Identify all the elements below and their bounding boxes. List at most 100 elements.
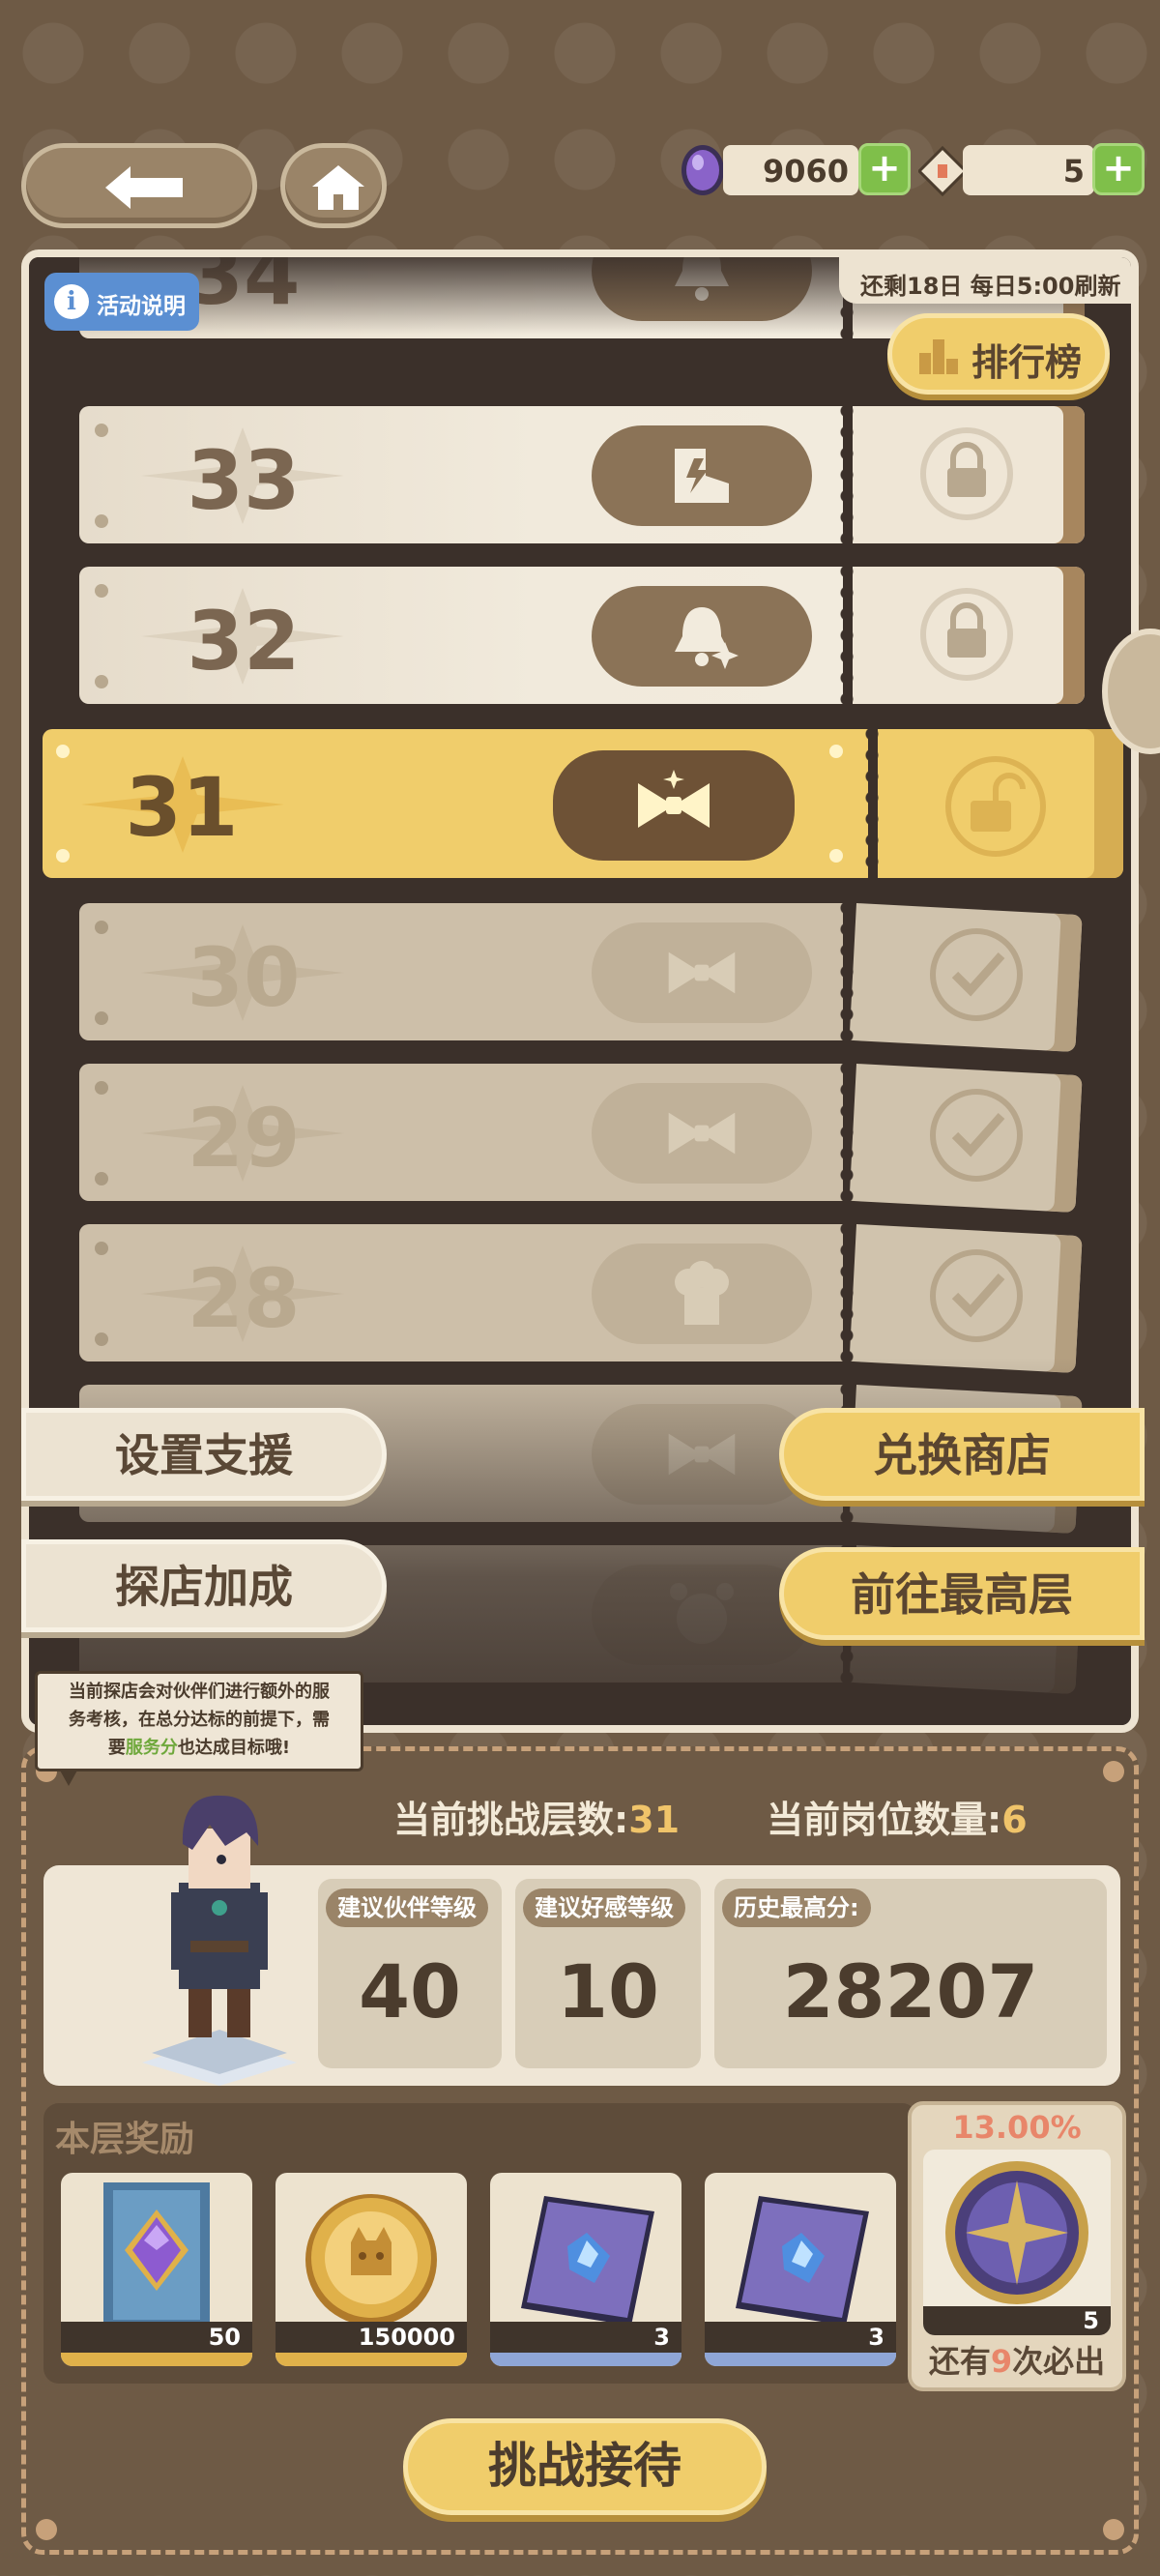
event-info-button[interactable]: i 活动说明 [44,273,199,331]
unlock-icon [945,756,1046,857]
shop-bonus-button[interactable]: 探店加成 [21,1539,387,1632]
corner-rivet [36,2519,57,2540]
pity-note-text: 还有 [928,2343,991,2380]
partner-level-label: 建议伙伴等级 [326,1888,488,1927]
high-score-value: 28207 [782,1948,1039,2034]
ticket-amount: 5 [963,145,1094,195]
rewards-title: 本层奖励 [55,2120,195,2159]
affinity-level-label: 建议好感等级 [523,1888,685,1927]
pin [95,1011,108,1025]
gem-currency: 9060 + [679,143,911,197]
leaderboard-button[interactable]: 排行榜 [887,313,1110,395]
hint-text: 要 [107,1738,126,1758]
level-ticket-28[interactable]: 28 [79,1218,1087,1374]
level-number: 31 [125,760,239,855]
perforation [837,1058,856,1207]
level-number: 33 [187,433,301,528]
level-ticket-29[interactable]: 29 [79,1058,1087,1214]
reward-quantity: 3 [705,2322,896,2353]
reward-item[interactable]: 3 [490,2173,682,2366]
reward-quantity: 3 [490,2322,682,2353]
level-emblem [592,1244,812,1344]
floor-rewards: 本层奖励 50 150000 3 3 [44,2103,917,2384]
bell-icon [675,607,739,669]
high-score-label: 历史最高分: [722,1888,871,1927]
level-number: 28 [187,1251,301,1346]
pin [829,745,843,758]
event-info-label: 活动说明 [97,294,186,319]
perforation [862,723,882,884]
current-floor-label: 当前挑战层数: [393,1799,629,1841]
pin [95,921,108,934]
pin [95,424,108,437]
checkmark-icon [930,1249,1023,1342]
pin [829,849,843,863]
challenge-info-panel: 当前挑战层数:31 当前岗位数量:6 建议伙伴等级 40 建议好感等级 10 历… [21,1746,1139,2555]
leaderboard-label: 排行榜 [972,341,1083,384]
corner-rivet [1103,1761,1124,1782]
set-support-button[interactable]: 设置支援 [21,1408,387,1501]
hint-speech-bubble: 当前探店会对伙伴们进行额外的服 务考核，在总分达标的前提下，需 要服务分也达成目… [35,1671,363,1786]
rarity-bar [276,2353,467,2366]
perforation [837,897,856,1046]
level-number: 29 [187,1091,301,1186]
level-ticket-31-current[interactable]: 31 [43,723,1123,884]
reward-item[interactable]: 150000 [276,2173,467,2366]
current-floor-value: 31 [628,1799,681,1841]
checkmark-icon [930,928,1023,1021]
level-ticket-33[interactable]: 33 [79,400,1087,549]
affinity-level-box: 建议好感等级 10 [515,1879,701,2068]
service-score-highlight: 服务分 [125,1738,178,1758]
level-emblem [592,586,812,687]
lock-icon [920,427,1013,520]
ticket-icon [918,145,967,197]
boot-icon [675,449,729,503]
pity-item-box: 5 [923,2150,1111,2335]
home-button[interactable] [280,143,387,228]
gold-coin-icon [305,2194,437,2326]
reward-quantity: 150000 [276,2322,467,2353]
drop-rate-percent: 13.00% [952,2109,1082,2146]
level-number: 30 [187,930,301,1025]
purple-gem-icon [682,145,724,195]
top-bar: 9060 + 5 + [21,143,1145,230]
go-highest-floor-button[interactable]: 前往最高层 [779,1547,1145,1640]
rarity-bar [61,2353,252,2366]
checkmark-icon [930,1089,1023,1182]
purple-book-icon [736,2196,869,2326]
high-score-box: 历史最高分: 28207 [714,1879,1107,2068]
pity-quantity: 5 [923,2306,1111,2335]
reward-item[interactable]: 50 [61,2173,252,2366]
refresh-timer: 还剩18日 每日5:00刷新 [839,257,1131,304]
exchange-shop-button[interactable]: 兑换商店 [779,1408,1145,1501]
info-icon: i [54,284,89,319]
partner-level-value: 40 [359,1948,461,2034]
level-emblem [553,750,795,861]
star-medal-icon [945,2161,1088,2304]
pin [95,1172,108,1186]
ticket-currency: 5 + [918,143,1145,197]
hint-line-1: 当前探店会对伙伴们进行额外的服 [69,1682,330,1702]
bow-icon [668,1112,736,1155]
level-emblem [592,425,812,526]
pin [95,1332,108,1346]
corner-rivet [1103,2519,1124,2540]
chef-hat-icon [675,1261,729,1325]
pin [95,514,108,528]
reward-item[interactable]: 3 [705,2173,896,2366]
add-tickets-button[interactable]: + [1092,143,1145,195]
start-challenge-button[interactable]: 挑战接待 [403,2418,767,2515]
pity-reward-card[interactable]: 13.00% 5 还有9次必出 [908,2101,1126,2391]
level-ticket-32[interactable]: 32 [79,561,1087,710]
positions-count-text: 当前岗位数量:6 [767,1790,1028,1843]
level-ticket-30[interactable]: 30 [79,897,1087,1053]
perforation [837,400,856,549]
add-gems-button[interactable]: + [858,143,911,195]
pity-remaining-count: 9 [990,2343,1013,2380]
perforation [837,1218,856,1367]
pin [56,745,70,758]
pity-counter-text: 还有9次必出 [912,2337,1122,2382]
back-button[interactable] [21,143,257,228]
perforation [837,561,856,710]
bow-icon [638,770,710,828]
